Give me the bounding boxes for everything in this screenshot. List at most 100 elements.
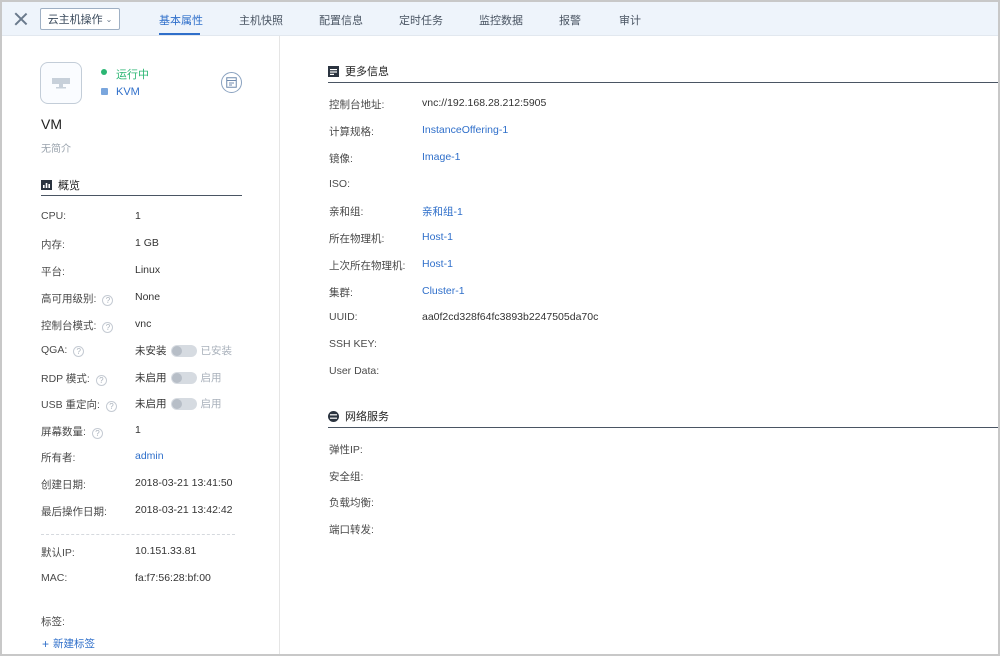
rdp-on-label: 启用 [200,372,222,384]
image-link[interactable]: Image-1 [422,151,461,163]
rdp-mode-label: RDP 模式:? [41,371,107,386]
help-icon[interactable]: ? [73,346,85,357]
running-status-dot [101,69,107,75]
tab-bar: 云主机操作 ⌄ 基本属性 主机快照 配置信息 定时任务 监控数据 报警 审计 [2,2,998,36]
chevron-down-icon: ⌄ [105,14,113,24]
vm-description: 无简介 [41,144,71,155]
more-info-heading: 更多信息 [328,63,389,79]
user-data-label: User Data: [329,365,380,377]
console-mode-text: 控制台模式: [41,320,97,332]
host-label: 所在物理机: [329,233,385,245]
eip-label: 弹性IP: [329,444,363,456]
qga-on-label: 已安装 [200,345,233,357]
monitor-icon [52,78,70,89]
vm-status: 运行中 [116,69,149,81]
tab-audit[interactable]: 审计 [619,12,641,28]
console-mode-value: vnc [135,318,152,330]
console-mode-label: 控制台模式:? [41,318,114,333]
help-icon[interactable]: ? [91,428,103,439]
usb-toggle-row: 未启用 启用 [135,396,222,411]
rdp-toggle[interactable] [170,371,197,384]
new-tag-button[interactable]: + 新建标签 [42,636,95,651]
usb-redirect-text: USB 重定向: [41,399,100,411]
vm-avatar [40,62,82,104]
close-icon[interactable] [12,10,30,28]
vm-summary-column: 运行中 KVM VM 无简介 概览 CPU: 1 内存: 1 GB 平台: Li… [2,36,280,654]
ha-level-text: 高可用级别: [41,293,97,305]
console-address-value: vnc://192.168.28.212:5905 [422,97,547,109]
help-icon[interactable]: ? [105,401,117,412]
vm-detail-panel: 云主机操作 ⌄ 基本属性 主机快照 配置信息 定时任务 监控数据 报警 审计 运… [0,0,1000,656]
instance-offering-label: 计算规格: [329,126,374,138]
created-date-value: 2018-03-21 13:41:50 [135,477,233,489]
plus-icon: + [42,636,50,651]
screen-count-value: 1 [135,424,141,436]
help-icon[interactable]: ? [102,322,114,333]
console-icon [226,77,237,88]
memory-value: 1 GB [135,237,159,249]
last-op-date-label: 最后操作日期: [41,506,107,518]
host-link[interactable]: Host-1 [422,231,453,243]
image-label: 镜像: [329,153,353,165]
hypervisor-icon [101,88,108,95]
vm-actions-label: 云主机操作 [47,14,103,26]
help-icon[interactable]: ? [102,295,114,306]
tab-basic-properties[interactable]: 基本属性 [159,12,203,28]
tab-configuration[interactable]: 配置信息 [319,12,363,28]
more-info-title: 更多信息 [345,66,389,78]
network-icon [328,410,339,422]
last-host-label: 上次所在物理机: [329,260,406,272]
overview-heading: 概览 [41,177,80,193]
affinity-group-label: 亲和组: [329,206,364,218]
load-balancer-label: 负载均衡: [329,497,374,509]
screen-count-text: 屏幕数量: [41,426,86,438]
vm-actions-dropdown[interactable]: 云主机操作 ⌄ [40,8,120,30]
console-button[interactable] [221,72,242,93]
usb-on-label: 启用 [200,398,222,410]
divider [328,427,998,428]
tab-snapshots[interactable]: 主机快照 [239,12,283,28]
default-ip-label: 默认IP: [41,547,75,559]
memory-label: 内存: [41,239,65,251]
divider [41,534,235,535]
instance-offering-link[interactable]: InstanceOffering-1 [422,124,508,136]
affinity-group-link[interactable]: 亲和组-1 [422,204,463,219]
network-services-heading: 网络服务 [328,408,389,424]
owner-link[interactable]: admin [135,450,164,462]
chart-icon [41,180,52,190]
cpu-label: CPU: [41,210,67,222]
ha-level-label: 高可用级别:? [41,291,114,306]
default-ip-value: 10.151.33.81 [135,545,197,557]
vm-name: VM [41,116,62,132]
qga-toggle[interactable] [170,344,197,357]
security-group-label: 安全组: [329,471,364,483]
new-tag-label: 新建标签 [53,638,96,650]
ha-level-value: None [135,291,161,303]
owner-label: 所有者: [41,452,76,464]
tab-alarms[interactable]: 报警 [559,12,581,28]
mac-value: fa:f7:56:28:bf:00 [135,572,211,584]
tab-scheduled-jobs[interactable]: 定时任务 [399,12,443,28]
rdp-toggle-row: 未启用 启用 [135,370,222,385]
usb-toggle[interactable] [170,397,197,410]
uuid-value: aa0f2cd328f64fc3893b2247505da70c [422,311,599,323]
last-host-link[interactable]: Host-1 [422,258,453,270]
active-tab-indicator [159,33,200,35]
vm-hypervisor: KVM [116,86,140,98]
cluster-link[interactable]: Cluster-1 [422,285,465,297]
tab-monitoring[interactable]: 监控数据 [479,12,523,28]
port-forwarding-label: 端口转发: [329,524,374,536]
overview-title: 概览 [58,180,80,192]
rdp-mode-text: RDP 模式: [41,373,90,385]
screen-count-label: 屏幕数量:? [41,424,103,439]
qga-off-label: 未安装 [135,345,167,357]
help-icon[interactable]: ? [95,375,107,386]
platform-value: Linux [135,264,161,276]
last-op-date-value: 2018-03-21 13:42:42 [135,504,233,516]
usb-redirect-label: USB 重定向:? [41,397,117,412]
qga-toggle-row: 未安装 已安装 [135,343,232,358]
cluster-label: 集群: [329,287,353,299]
ssh-key-label: SSH KEY: [329,338,377,350]
document-icon [328,65,339,77]
usb-off-label: 未启用 [135,398,167,410]
